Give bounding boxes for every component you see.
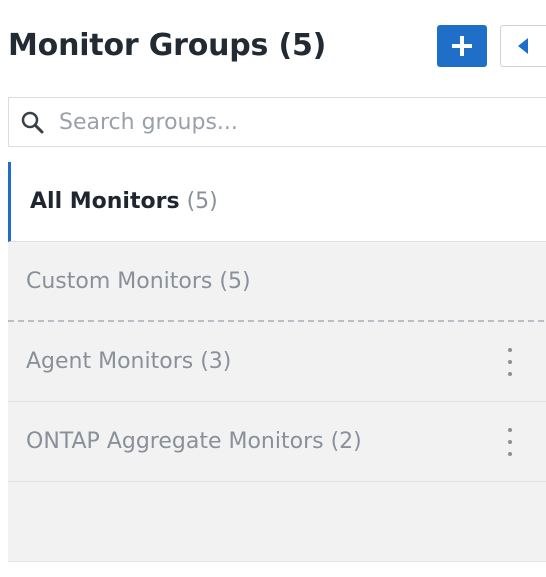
group-item-count: (2) (330, 429, 362, 454)
group-item-count: (3) (200, 349, 232, 374)
group-list: All Monitors (5) Custom Monitors (5) Age… (8, 162, 546, 562)
search-input[interactable] (59, 98, 539, 146)
search-icon (21, 111, 44, 134)
page-title: Monitor Groups (5) (8, 26, 326, 66)
panel-header: Monitor Groups (5) (0, 0, 546, 92)
kebab-menu-icon[interactable] (502, 348, 518, 376)
group-item-count: (5) (186, 189, 218, 214)
group-item-count: (5) (219, 269, 251, 294)
group-item-label: Custom Monitors (26, 269, 213, 294)
search-box (8, 97, 546, 147)
page-title-count: (5) (278, 28, 327, 63)
add-group-button[interactable] (437, 25, 487, 67)
collapse-panel-button[interactable] (500, 25, 546, 67)
group-item-all-monitors[interactable]: All Monitors (5) (8, 162, 546, 242)
caret-left-icon (518, 38, 528, 54)
kebab-menu-icon[interactable] (502, 428, 518, 456)
group-item-custom-monitors[interactable]: Custom Monitors (5) (8, 242, 546, 322)
group-item-ontap-aggregate-monitors[interactable]: ONTAP Aggregate Monitors (2) (8, 402, 546, 482)
group-item-label: Agent Monitors (26, 349, 194, 374)
group-item-label: All Monitors (30, 189, 180, 214)
empty-list-row (8, 482, 546, 562)
group-item-label: ONTAP Aggregate Monitors (26, 429, 324, 454)
plus-icon (452, 36, 472, 56)
group-item-agent-monitors[interactable]: Agent Monitors (3) (8, 322, 546, 402)
page-title-text: Monitor Groups (8, 28, 269, 63)
